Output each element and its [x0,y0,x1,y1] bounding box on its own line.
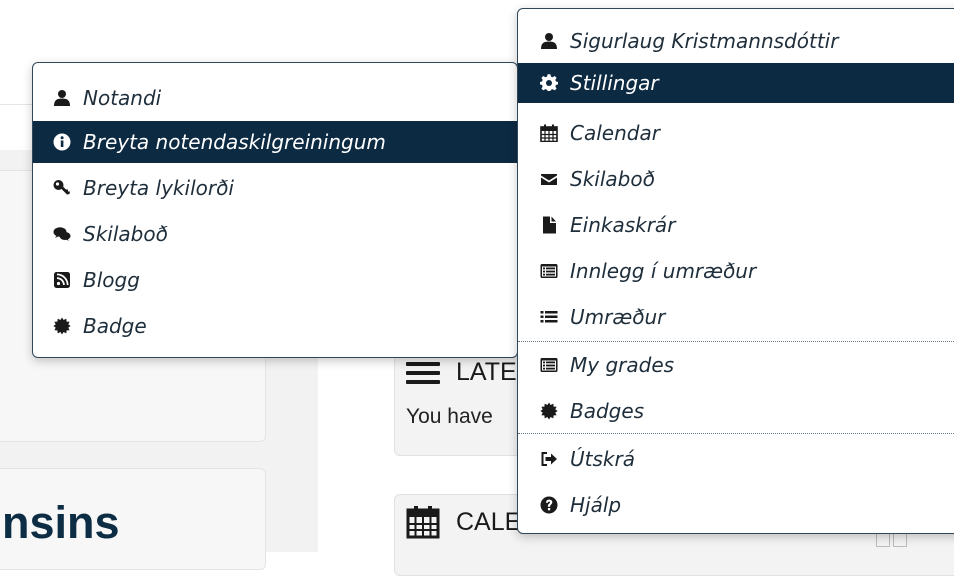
menu-item-calendar[interactable]: Calendar [518,113,954,153]
menu-item-label: Stillingar [570,71,659,95]
menu-item-label: Sigurlaug Kristmannsdóttir [570,29,839,53]
file-icon [540,216,558,234]
menu-item-breyta-notendaskilgreiningum[interactable]: Breyta notendaskilgreiningum [33,121,517,163]
menu-divider [518,433,954,434]
menu-item-skilabod[interactable]: Skilaboð [518,159,954,199]
menu-item-label: Notandi [83,86,162,110]
menu-item-label: Innlegg í umræður [570,259,757,283]
menu-item-label: Calendar [570,121,660,145]
menu-item-utskra[interactable]: Útskrá [518,439,954,479]
menu-item-blogg[interactable]: Blogg [33,259,517,301]
menu-item-innlegg[interactable]: Innlegg í umræður [518,251,954,291]
calendar-icon [540,124,558,142]
menu-item-label: Badge [83,314,147,338]
rss-square-icon [53,271,71,289]
menu-item-my-grades[interactable]: My grades [518,345,954,385]
key-icon [53,179,71,197]
calendar-icon [406,506,440,539]
list-alt-icon [540,356,558,374]
menu-item-label: Einkaskrár [570,213,676,237]
page-heading-fragment: nsins [2,497,120,548]
menu-item-umraedur[interactable]: Umræður [518,297,954,337]
user-icon [540,32,558,50]
menu-item-label: Badges [570,399,645,423]
menu-item-stillingar[interactable]: Stillingar [518,63,954,103]
block-control[interactable] [876,533,890,547]
user-icon [53,89,71,107]
menu-item-label: Skilaboð [83,222,168,246]
menu-item-notandi[interactable]: Notandi [33,77,517,119]
menu-item-hjalp[interactable]: Hjálp [518,485,954,525]
certificate-icon [540,402,558,420]
menu-item-skilabod[interactable]: Skilaboð [33,213,517,255]
list-icon [540,308,558,326]
question-circle-icon [540,496,558,514]
latest-block-title: LATE [456,358,517,386]
menu-item-label: My grades [570,353,675,377]
menu-item-label: Umræður [570,305,666,329]
menu-divider [518,341,954,342]
envelope-icon [540,170,558,188]
user-menu-dropdown: Sigurlaug Kristmannsdóttir Stillingar Ca… [517,8,954,534]
menu-item-label: Blogg [83,268,140,292]
menu-item-breyta-lykilordi[interactable]: Breyta lykilorði [33,167,517,209]
block-control[interactable] [893,533,907,547]
latest-block-text: You have [406,405,493,428]
menu-item-badges[interactable]: Badges [518,391,954,431]
list-icon [406,362,440,384]
menu-item-label: Skilaboð [570,167,655,191]
menu-item-label: Hjálp [570,493,622,517]
user-submenu: Notandi Breyta notendaskilgreiningum Bre… [32,62,518,358]
sign-out-icon [540,450,558,468]
block-controls[interactable] [876,532,910,551]
menu-item-label: Breyta notendaskilgreiningum [83,130,386,154]
menu-item-einkaskrar[interactable]: Einkaskrár [518,205,954,245]
info-circle-icon [53,133,71,151]
menu-item-label: Útskrá [570,447,635,471]
menu-item-badge[interactable]: Badge [33,305,517,347]
cog-icon [540,74,558,92]
menu-item-label: Breyta lykilorði [83,176,234,200]
menu-item-profile[interactable]: Sigurlaug Kristmannsdóttir [518,21,954,61]
certificate-icon [53,317,71,335]
list-alt-icon [540,262,558,280]
comments-icon [53,225,71,243]
